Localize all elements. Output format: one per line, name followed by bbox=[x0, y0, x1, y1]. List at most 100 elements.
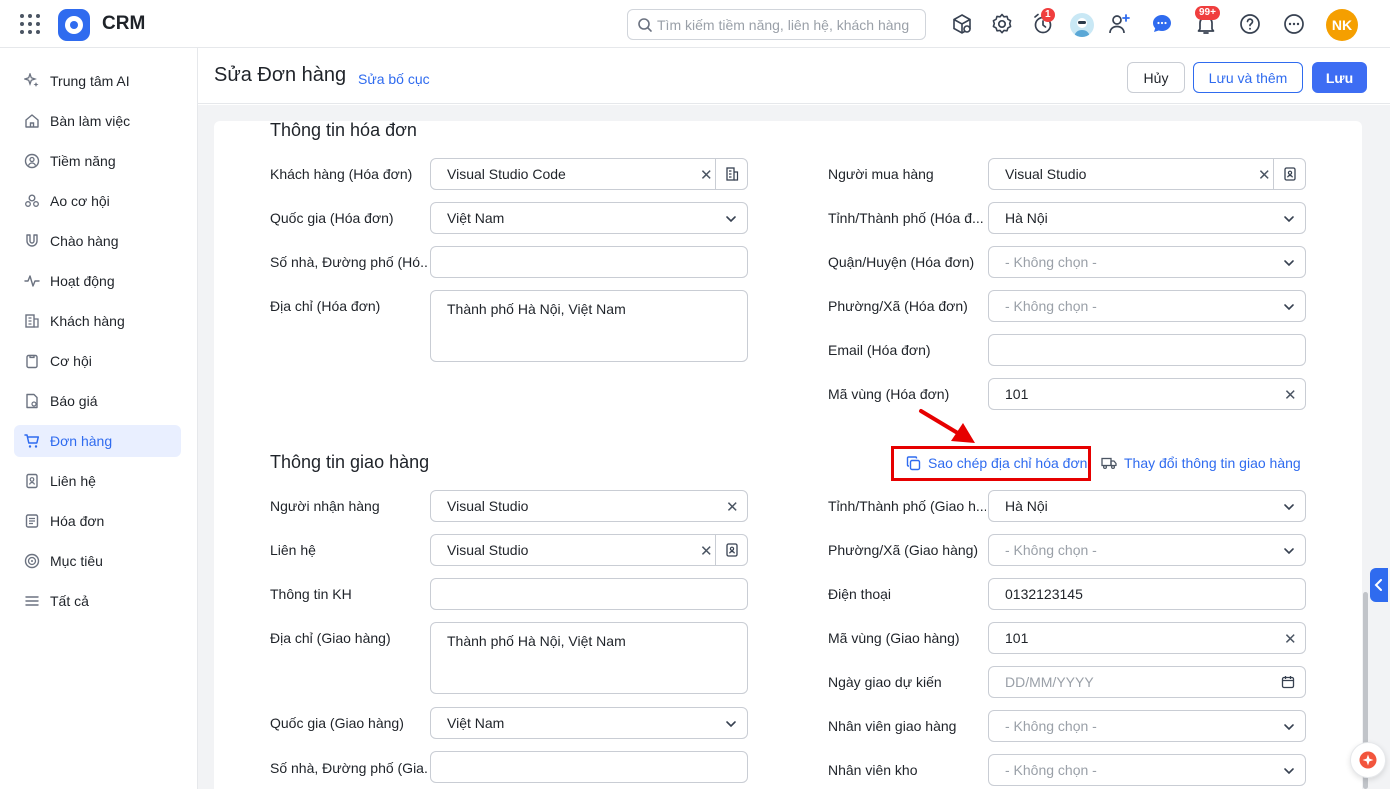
shipping-province-select[interactable]: Hà Nội bbox=[988, 490, 1306, 522]
ai-avatar[interactable] bbox=[1070, 13, 1094, 37]
field-label: Điện thoại bbox=[828, 586, 892, 602]
top-bar: CRM 1 99+ NK bbox=[0, 0, 1390, 48]
sidebar-item-opportunities[interactable]: Cơ hội bbox=[14, 345, 181, 377]
invoice-ward-select[interactable]: - Không chọn - bbox=[988, 290, 1306, 322]
sidebar-item-offers[interactable]: Chào hàng bbox=[14, 225, 181, 257]
field-label: Tỉnh/Thành phố (Giao h... bbox=[828, 498, 986, 514]
sidebar-item-opportunity-pool[interactable]: Ao cơ hội bbox=[14, 185, 181, 217]
sidebar-item-all[interactable]: Tất cả bbox=[14, 585, 181, 617]
shipping-address-textarea[interactable]: Thành phố Hà Nội, Việt Nam bbox=[430, 622, 748, 694]
invoice-email-input[interactable] bbox=[988, 334, 1306, 366]
sidebar-item-goals[interactable]: Mục tiêu bbox=[14, 545, 181, 577]
sidebar-item-contacts[interactable]: Liên hệ bbox=[14, 465, 181, 497]
chevron-down-icon bbox=[1284, 504, 1294, 511]
activity-icon bbox=[24, 275, 40, 287]
edit-layout-link[interactable]: Sửa bố cục bbox=[358, 71, 430, 87]
sparkle-icon bbox=[24, 73, 39, 87]
field-value: Việt Nam bbox=[447, 715, 505, 731]
shipping-phone-input[interactable]: 0132123145 bbox=[988, 578, 1306, 610]
chevron-down-icon bbox=[1284, 724, 1294, 731]
search-input[interactable] bbox=[657, 15, 919, 35]
field-value: Hà Nội bbox=[1005, 210, 1048, 226]
invoice-country-select[interactable]: Việt Nam bbox=[430, 202, 748, 234]
field-label: Nhân viên giao hàng bbox=[828, 718, 957, 734]
field-label: Phường/Xã (Giao hàng) bbox=[828, 542, 979, 558]
assistant-float-button[interactable] bbox=[1350, 742, 1386, 778]
sidebar-item-ai-center[interactable]: Trung tâm AI bbox=[14, 65, 181, 97]
app-name: CRM bbox=[102, 13, 146, 34]
invoice-area-code-input[interactable]: 101 ✕ bbox=[988, 378, 1306, 410]
field-value: Hà Nội bbox=[1005, 498, 1048, 514]
building-icon bbox=[726, 167, 739, 181]
field-placeholder: - Không chọn - bbox=[1005, 542, 1097, 558]
clear-icon[interactable]: ✕ bbox=[726, 498, 739, 516]
global-search[interactable] bbox=[627, 9, 926, 40]
warehouse-staff-select[interactable]: - Không chọn - bbox=[988, 754, 1306, 786]
contact-lookup-button[interactable] bbox=[715, 535, 747, 565]
sidebar-item-activities[interactable]: Hoạt động bbox=[14, 265, 181, 297]
sidebar-item-workspace[interactable]: Bàn làm việc bbox=[14, 105, 181, 137]
page-title: Sửa Đơn hàng bbox=[214, 64, 347, 86]
sparkle-icon bbox=[1359, 751, 1377, 769]
shipping-recipient-field[interactable]: Visual Studio ✕ bbox=[430, 490, 748, 522]
more-options-icon[interactable] bbox=[1282, 12, 1306, 36]
sidebar-item-quotes[interactable]: Báo giá bbox=[14, 385, 181, 417]
field-label: Nhân viên kho bbox=[828, 762, 918, 778]
goal-icon bbox=[24, 553, 40, 569]
clear-icon[interactable]: ✕ bbox=[700, 166, 713, 184]
change-shipping-info-label: Thay đổi thông tin giao hàng bbox=[1124, 455, 1301, 471]
shipping-customer-info-input[interactable] bbox=[430, 578, 748, 610]
side-panel-toggle[interactable] bbox=[1370, 568, 1388, 602]
sidebar-item-customers[interactable]: Khách hàng bbox=[14, 305, 181, 337]
save-button[interactable]: Lưu bbox=[1312, 62, 1367, 93]
field-value: Visual Studio Code bbox=[447, 166, 566, 182]
customer-lookup-button[interactable] bbox=[715, 159, 747, 189]
copy-icon bbox=[906, 456, 921, 471]
invoice-province-select[interactable]: Hà Nội bbox=[988, 202, 1306, 234]
chat-bubble-icon[interactable] bbox=[1150, 12, 1174, 36]
invoice-address-textarea[interactable]: Thành phố Hà Nội, Việt Nam bbox=[430, 290, 748, 362]
shipping-country-select[interactable]: Việt Nam bbox=[430, 707, 748, 739]
shipping-contact-field[interactable]: Visual Studio ✕ bbox=[430, 534, 748, 566]
shipping-street-input[interactable] bbox=[430, 751, 748, 783]
invoice-customer-field[interactable]: Visual Studio Code ✕ bbox=[430, 158, 748, 190]
settings-gear-icon[interactable] bbox=[990, 12, 1014, 36]
delivery-staff-select[interactable]: - Không chọn - bbox=[988, 710, 1306, 742]
help-circle-icon[interactable] bbox=[1238, 12, 1262, 36]
field-label: Mã vùng (Giao hàng) bbox=[828, 630, 960, 646]
delivery-date-picker[interactable]: DD/MM/YYYY bbox=[988, 666, 1306, 698]
save-and-add-button[interactable]: Lưu và thêm bbox=[1193, 62, 1303, 93]
invoice-district-select[interactable]: - Không chọn - bbox=[988, 246, 1306, 278]
shipping-area-code-input[interactable]: 101 ✕ bbox=[988, 622, 1306, 654]
annotation-arrow-icon bbox=[919, 409, 975, 443]
sidebar-item-leads[interactable]: Tiềm năng bbox=[14, 145, 181, 177]
buyer-lookup-button[interactable] bbox=[1273, 159, 1305, 189]
cube-search-icon[interactable] bbox=[950, 12, 974, 36]
clear-icon[interactable]: ✕ bbox=[700, 542, 713, 560]
field-label: Người mua hàng bbox=[828, 166, 934, 182]
quote-doc-icon bbox=[26, 393, 38, 409]
clear-icon[interactable]: ✕ bbox=[1284, 386, 1297, 404]
chevron-down-icon bbox=[1284, 260, 1294, 267]
invoice-street-input[interactable] bbox=[430, 246, 748, 278]
field-label: Số nhà, Đường phố (Hó... bbox=[270, 254, 428, 270]
contact-book-icon bbox=[26, 473, 38, 489]
cancel-button[interactable]: Hủy bbox=[1127, 62, 1185, 93]
field-label: Email (Hóa đơn) bbox=[828, 342, 931, 358]
sidebar-item-invoices[interactable]: Hóa đơn bbox=[14, 505, 181, 537]
sidebar-item-orders[interactable]: Đơn hàng bbox=[14, 425, 181, 457]
calendar-icon[interactable] bbox=[1281, 675, 1295, 689]
clipboard-icon bbox=[26, 354, 38, 369]
crm-logo-icon[interactable] bbox=[58, 9, 90, 41]
field-value: Thành phố Hà Nội, Việt Nam bbox=[447, 301, 626, 317]
clear-icon[interactable]: ✕ bbox=[1258, 166, 1271, 184]
clear-icon[interactable]: ✕ bbox=[1284, 630, 1297, 648]
invoice-buyer-field[interactable]: Visual Studio ✕ bbox=[988, 158, 1306, 190]
user-avatar[interactable]: NK bbox=[1326, 9, 1358, 41]
app-grid-icon[interactable] bbox=[20, 14, 40, 34]
shipping-ward-select[interactable]: - Không chọn - bbox=[988, 534, 1306, 566]
field-value: Visual Studio bbox=[447, 498, 529, 514]
add-user-icon[interactable] bbox=[1107, 12, 1131, 36]
sidebar-item-label: Bàn làm việc bbox=[50, 113, 131, 129]
sidebar-item-label: Trung tâm AI bbox=[50, 73, 130, 89]
